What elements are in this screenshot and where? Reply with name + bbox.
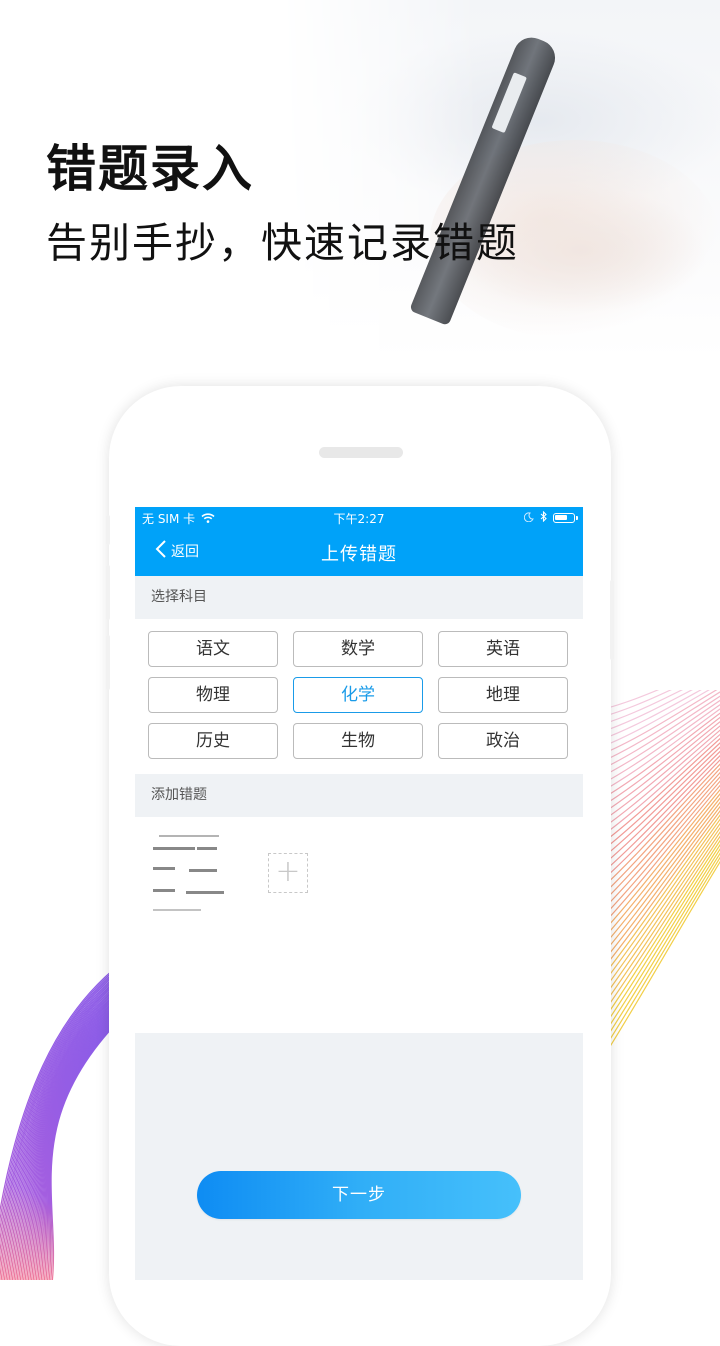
subject-button[interactable]: 语文: [148, 631, 278, 667]
status-time: 下午2:27: [333, 512, 385, 526]
battery-icon: [553, 513, 578, 523]
subject-button[interactable]: 生物: [293, 723, 423, 759]
question-photo-thumbnail[interactable]: [153, 833, 227, 917]
subject-button[interactable]: 政治: [438, 723, 568, 759]
add-question-button[interactable]: +: [268, 853, 308, 893]
app-screen: 无 SIM 卡 下午2:27 返回 上传错题 选择科目 语文 数学 英语 物理 …: [135, 507, 583, 1280]
question-upload-area: +: [135, 817, 583, 1033]
subject-button[interactable]: 物理: [148, 677, 278, 713]
moon-icon: [523, 511, 534, 525]
phone-side-button: [106, 635, 110, 690]
subject-grid: 语文 数学 英语 物理 化学 地理 历史 生物 政治: [135, 619, 583, 774]
plus-icon: +: [275, 854, 301, 889]
page-title: 上传错题: [321, 544, 397, 565]
phone-speaker: [319, 447, 403, 458]
orange-wave-decoration: [600, 690, 720, 1063]
phone-side-button: [610, 580, 614, 660]
question-section-header: 添加错题: [135, 774, 583, 817]
phone-side-button: [106, 515, 110, 545]
subject-button[interactable]: 英语: [438, 631, 568, 667]
phone-side-button: [106, 565, 110, 620]
navigation-bar: 返回 上传错题: [135, 529, 583, 576]
hero-subtitle: 告别手抄，快速记录错题: [46, 219, 519, 267]
bluetooth-icon: [540, 510, 547, 525]
subject-button[interactable]: 数学: [293, 631, 423, 667]
subject-button[interactable]: 历史: [148, 723, 278, 759]
subject-section-header: 选择科目: [135, 576, 583, 619]
subject-button[interactable]: 地理: [438, 677, 568, 713]
next-step-button[interactable]: 下一步: [197, 1171, 521, 1219]
subject-button[interactable]: 化学: [293, 677, 423, 713]
hero-title: 错题录入: [46, 140, 254, 198]
status-bar: 无 SIM 卡 下午2:27: [135, 507, 583, 529]
